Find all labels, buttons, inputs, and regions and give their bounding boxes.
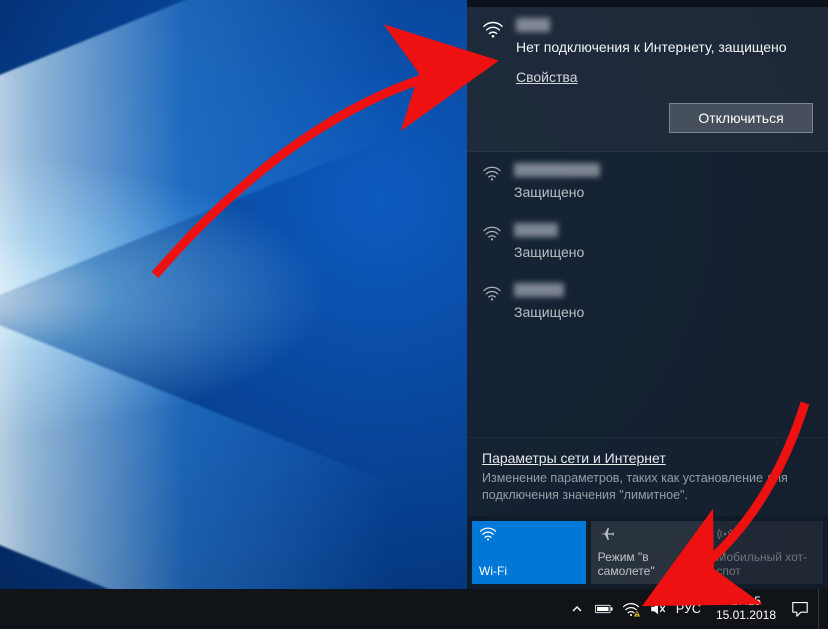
network-status: Нет подключения к Интернету, защищено — [516, 39, 813, 55]
network-item[interactable]: Защищено — [467, 212, 828, 272]
airplane-icon — [598, 526, 698, 544]
wifi-icon — [482, 165, 502, 184]
network-status: Защищено — [514, 244, 813, 260]
show-desktop-button[interactable] — [818, 589, 824, 629]
tile-label: Режим "в самолете" — [598, 551, 698, 579]
tile-wifi[interactable]: Wi-Fi — [472, 521, 586, 584]
network-item[interactable]: Защищено — [467, 152, 828, 212]
network-status: Защищено — [514, 304, 813, 320]
wifi-icon — [482, 285, 502, 304]
network-properties-link[interactable]: Свойства — [516, 69, 577, 85]
network-settings-link[interactable]: Параметры сети и Интернет — [482, 450, 666, 466]
action-center-icon[interactable] — [791, 600, 809, 618]
network-status: Защищено — [514, 184, 813, 200]
language-indicator[interactable]: РУС — [676, 602, 701, 616]
ssid-blurred — [514, 283, 564, 297]
tray-overflow-button[interactable] — [568, 600, 586, 618]
wifi-icon — [479, 526, 579, 544]
clock-date: 15.01.2018 — [716, 609, 776, 623]
battery-icon[interactable] — [595, 600, 613, 618]
tile-airplane[interactable]: Режим "в самолете" — [591, 521, 705, 584]
network-flyout: Нет подключения к Интернету, защищено Св… — [467, 0, 828, 589]
wifi-icon — [482, 20, 504, 41]
ssid-blurred — [514, 223, 558, 237]
hotspot-icon — [716, 526, 816, 544]
network-item-current[interactable]: Нет подключения к Интернету, защищено Св… — [467, 7, 828, 152]
network-item[interactable]: Защищено — [467, 272, 828, 332]
wifi-warning-icon[interactable] — [622, 600, 640, 618]
tile-label: Wi-Fi — [479, 565, 579, 579]
network-list: Нет подключения к Интернету, защищено Св… — [467, 7, 828, 437]
wifi-icon — [482, 225, 502, 244]
disconnect-button[interactable]: Отключиться — [669, 103, 813, 133]
taskbar: РУС 17:15 15.01.2018 — [0, 589, 828, 629]
clock-time: 17:15 — [716, 595, 776, 609]
quick-tiles: Wi-Fi Режим "в самолете" — [467, 516, 828, 589]
ssid-blurred — [514, 163, 600, 177]
tile-hotspot[interactable]: Мобильный хот-спот — [709, 521, 823, 584]
system-tray: РУС 17:15 15.01.2018 — [568, 589, 828, 629]
ssid-blurred — [516, 18, 550, 32]
volume-muted-icon[interactable] — [649, 600, 667, 618]
clock[interactable]: 17:15 15.01.2018 — [710, 595, 782, 623]
network-settings-desc: Изменение параметров, таких как установл… — [482, 470, 813, 504]
tile-label: Мобильный хот-спот — [716, 551, 816, 579]
network-settings-block: Параметры сети и Интернет Изменение пара… — [467, 437, 828, 516]
